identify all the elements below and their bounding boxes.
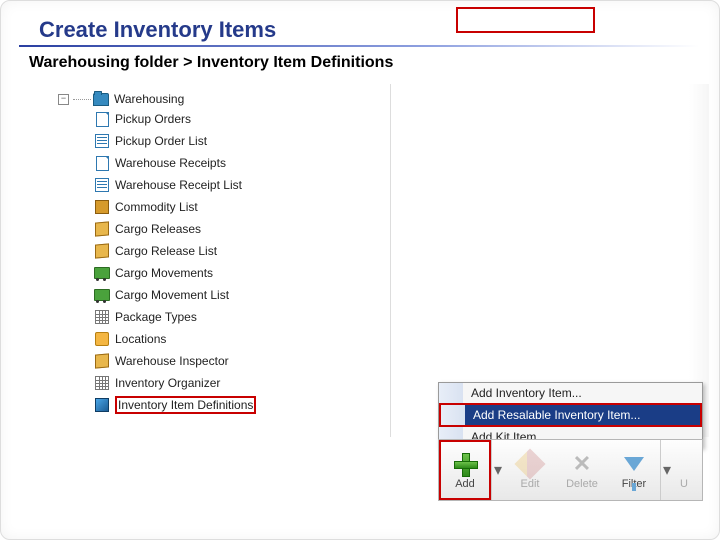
menu-gutter: [441, 405, 465, 425]
delete-button-label: Delete: [566, 478, 598, 490]
truck-icon: [94, 265, 110, 281]
delete-x-icon: ✕: [568, 450, 596, 478]
grid-icon: [94, 309, 110, 325]
package-icon: [94, 199, 110, 215]
page-title: Create Inventory Items: [39, 17, 276, 43]
add-dropdown[interactable]: ▾: [491, 440, 504, 500]
tree-connector: [73, 99, 91, 100]
tree-item-label: Pickup Orders: [115, 112, 191, 126]
tree-item-label: Cargo Movement List: [115, 288, 229, 302]
toolbar-trailing-icon: [670, 450, 698, 478]
folder-icon: [93, 91, 109, 107]
doc-icon: [94, 155, 110, 171]
pencil-icon: [516, 450, 544, 478]
tree-root-label: Warehousing: [114, 92, 184, 106]
tree-item-label: Locations: [115, 332, 166, 346]
delete-button[interactable]: ✕ Delete: [556, 440, 608, 500]
tree-item-package-types[interactable]: Package Types: [94, 306, 390, 328]
add-button[interactable]: Add: [439, 440, 491, 500]
menu-item-add-resalable-inventory-item[interactable]: Add Resalable Inventory Item...: [465, 405, 700, 425]
plus-icon: [451, 450, 479, 478]
funnel-icon: [620, 450, 648, 478]
tree-item-label: Pickup Order List: [115, 134, 207, 148]
tree-item-label: Warehouse Receipts: [115, 156, 226, 170]
menu-gutter: [439, 383, 463, 403]
tree-item-label: Cargo Releases: [115, 222, 201, 236]
edit-button-label: Edit: [521, 478, 540, 490]
tree-item-inventory-organizer[interactable]: Inventory Organizer: [94, 372, 390, 394]
tree-item-warehouse-receipts[interactable]: Warehouse Receipts: [94, 152, 390, 174]
location-icon: [94, 331, 110, 347]
list-icon: [94, 133, 110, 149]
grid-icon: [94, 375, 110, 391]
cube-icon: [94, 397, 110, 413]
tree-item-cargo-movement-list[interactable]: Cargo Movement List: [94, 284, 390, 306]
filter-button[interactable]: Filter: [608, 440, 660, 500]
tree-item-cargo-movements[interactable]: Cargo Movements: [94, 262, 390, 284]
edit-button[interactable]: Edit: [504, 440, 556, 500]
tree-item-pickup-order-list[interactable]: Pickup Order List: [94, 130, 390, 152]
tree-item-cargo-release-list[interactable]: Cargo Release List: [94, 240, 390, 262]
tree-item-warehouse-receipt-list[interactable]: Warehouse Receipt List: [94, 174, 390, 196]
box-icon: [94, 221, 110, 237]
toolbar-trailing: U: [673, 440, 695, 500]
top-red-callout: [456, 7, 595, 33]
tree-item-locations[interactable]: Locations: [94, 328, 390, 350]
tree-item-commodity-list[interactable]: Commodity List: [94, 196, 390, 218]
tree-item-label: Commodity List: [115, 200, 198, 214]
tree-item-inventory-item-definitions[interactable]: Inventory Item Definitions: [94, 394, 390, 416]
truck-icon: [94, 287, 110, 303]
tree-item-label: Inventory Organizer: [115, 376, 220, 390]
box-icon: [94, 353, 110, 369]
list-icon: [94, 177, 110, 193]
tree-item-warehouse-inspector[interactable]: Warehouse Inspector: [94, 350, 390, 372]
tree-item-label: Warehouse Inspector: [115, 354, 229, 368]
tree-root-warehousing[interactable]: − Warehousing: [58, 90, 390, 108]
tree-item-label: Warehouse Receipt List: [115, 178, 242, 192]
toolbar-trailing-label: U: [680, 478, 688, 490]
tree-item-label-highlighted: Inventory Item Definitions: [115, 396, 256, 414]
tree-item-label: Cargo Movements: [115, 266, 213, 280]
tree-item-cargo-releases[interactable]: Cargo Releases: [94, 218, 390, 240]
breadcrumb: Warehousing folder > Inventory Item Defi…: [29, 54, 393, 72]
box-icon: [94, 243, 110, 259]
title-underline: [19, 45, 699, 47]
tree-item-label: Cargo Release List: [115, 244, 217, 258]
toolbar: Add ▾ Edit ✕ Delete Filter ▾ U: [438, 439, 703, 501]
tree-item-label: Package Types: [115, 310, 197, 324]
collapse-icon[interactable]: −: [58, 94, 69, 105]
tree-item-pickup-orders[interactable]: Pickup Orders: [94, 108, 390, 130]
tree-panel: − Warehousing Pickup Orders Pickup Order…: [58, 84, 391, 437]
menu-item-add-inventory-item[interactable]: Add Inventory Item...: [463, 383, 702, 403]
doc-icon: [94, 111, 110, 127]
